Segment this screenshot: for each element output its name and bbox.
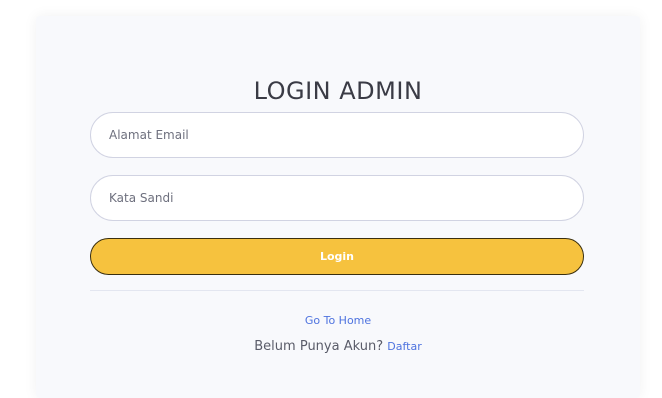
password-field-wrapper	[90, 175, 584, 221]
register-link[interactable]: Daftar	[387, 340, 421, 353]
login-card: LOGIN ADMIN Login Go To Home Belum Punya…	[36, 16, 640, 398]
go-to-home-link[interactable]: Go To Home	[36, 314, 640, 327]
password-field[interactable]	[91, 176, 583, 220]
register-row: Belum Punya Akun? Daftar	[36, 335, 640, 354]
register-prompt: Belum Punya Akun?	[254, 339, 388, 354]
login-button[interactable]: Login	[90, 238, 584, 275]
email-field-wrapper	[90, 112, 584, 158]
email-field[interactable]	[91, 113, 583, 157]
divider	[90, 290, 584, 291]
page-title: LOGIN ADMIN	[253, 77, 423, 105]
